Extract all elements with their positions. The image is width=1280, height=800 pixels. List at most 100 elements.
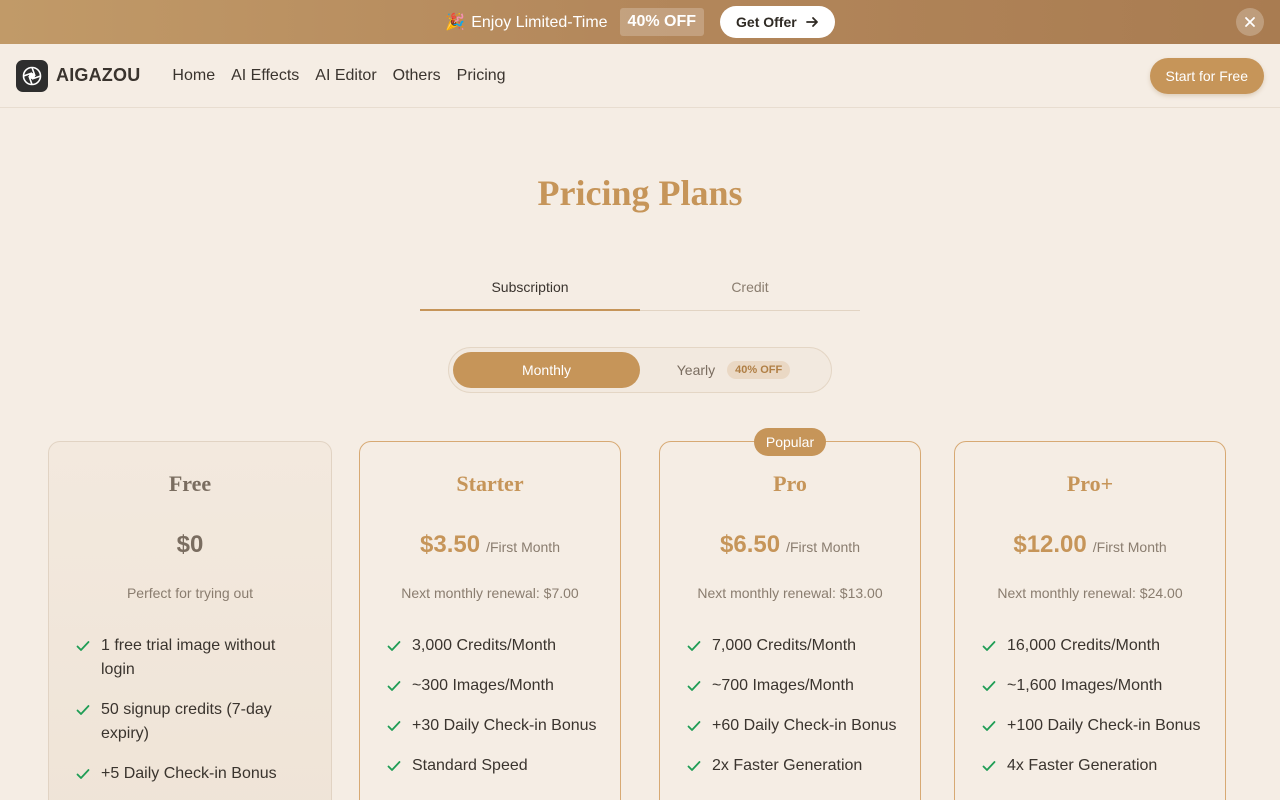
plan-renewal-note: Next monthly renewal: $13.00 — [697, 585, 883, 601]
plan-card-pro: Pro $6.50/First Month Next monthly renew… — [659, 441, 921, 800]
nav-link-ai-editor[interactable]: AI Editor — [315, 67, 376, 85]
nav-link-others[interactable]: Others — [393, 67, 441, 85]
plan-price: $6.50 — [720, 531, 781, 558]
promo-banner: 🎉 Enjoy Limited-Time 40% OFF Get Offer — [0, 0, 1280, 44]
plan-price: $3.50 — [420, 531, 481, 558]
plan-name: Pro+ — [1066, 471, 1114, 496]
check-icon — [687, 721, 701, 731]
billing-period-toggle: Monthly Yearly 40% OFF — [448, 347, 832, 393]
feature-item: ~1,600 Images/Month — [981, 674, 1209, 698]
check-icon — [76, 769, 90, 779]
feature-item: 4x Faster Generation — [981, 754, 1209, 778]
feature-text: 3,000 Credits/Month — [412, 637, 557, 654]
check-icon — [982, 681, 996, 691]
plan-renewal-note: Next monthly renewal: $24.00 — [997, 585, 1183, 601]
feature-text: 7,000 Credits/Month — [712, 637, 857, 654]
promo-text-wrap: 🎉 Enjoy Limited-Time — [445, 12, 607, 32]
nav-link-pricing[interactable]: Pricing — [457, 67, 506, 85]
plan-name: Pro — [773, 471, 807, 496]
check-icon — [687, 681, 701, 691]
plan-price-row: $3.50/First Month — [360, 531, 620, 559]
feature-item: +60 Daily Check-in Bonus — [686, 714, 904, 738]
feature-text: ~300 Images/Month — [412, 677, 554, 694]
plan-features: 16,000 Credits/Month ~1,600 Images/Month… — [981, 634, 1209, 794]
nav-links: Home AI Effects AI Editor Others Pricing — [172, 67, 505, 85]
feature-item: ~300 Images/Month — [386, 674, 604, 698]
nav-link-ai-effects[interactable]: AI Effects — [231, 67, 299, 85]
nav-link-home[interactable]: Home — [172, 67, 215, 85]
feature-item: 7,000 Credits/Month — [686, 634, 904, 658]
plan-features: 1 free trial image without login 50 sign… — [75, 634, 291, 800]
plan-price-row: $0 — [49, 531, 331, 559]
tab-credit[interactable]: Credit — [640, 266, 860, 310]
plan-price: $12.00 — [1013, 531, 1087, 558]
feature-text: +100 Daily Check-in Bonus — [1007, 717, 1201, 734]
popular-badge: Popular — [754, 428, 826, 456]
feature-text: 1 free trial image without login — [101, 637, 276, 678]
get-offer-button[interactable]: Get Offer — [720, 6, 835, 38]
feature-text: 50 signup credits (7-day expiry) — [101, 701, 272, 742]
promo-text: Enjoy Limited-Time — [471, 14, 608, 31]
feature-item: 2x Faster Generation — [686, 754, 904, 778]
arrow-right-icon — [805, 17, 818, 27]
toggle-monthly[interactable]: Monthly — [453, 352, 640, 388]
plan-renewal-note: Next monthly renewal: $7.00 — [401, 585, 579, 601]
brand-logo[interactable]: AIGAZOU — [16, 59, 141, 92]
get-offer-label: Get Offer — [736, 14, 797, 30]
check-icon — [982, 761, 996, 771]
promo-discount-badge: 40% OFF — [619, 8, 705, 36]
start-for-free-button[interactable]: Start for Free — [1149, 57, 1264, 94]
feature-text: Standard Speed — [412, 757, 528, 774]
aperture-logo-icon — [16, 59, 48, 92]
check-icon — [387, 641, 401, 651]
top-nav: AIGAZOU Home AI Effects AI Editor Others… — [0, 44, 1280, 108]
close-banner-button[interactable] — [1236, 8, 1264, 36]
feature-item: +5 Daily Check-in Bonus — [75, 762, 291, 786]
toggle-yearly[interactable]: Yearly 40% OFF — [640, 352, 827, 388]
plan-card-starter: Starter $3.50/First Month Next monthly r… — [359, 441, 621, 800]
check-icon — [687, 761, 701, 771]
plan-period: /First Month — [786, 539, 860, 555]
plan-price-row: $12.00/First Month — [955, 531, 1225, 559]
plan-period: /First Month — [1092, 539, 1167, 555]
check-icon — [387, 721, 401, 731]
feature-item: +100 Daily Check-in Bonus — [981, 714, 1209, 738]
plan-features: 7,000 Credits/Month ~700 Images/Month +6… — [686, 634, 904, 794]
feature-item: Standard Speed — [386, 754, 604, 778]
plan-price-row: $6.50/First Month — [660, 531, 920, 559]
check-icon — [687, 641, 701, 651]
feature-text: +5 Daily Check-in Bonus — [101, 765, 277, 782]
plan-subtitle: Perfect for trying out — [126, 585, 254, 601]
check-icon — [982, 641, 996, 651]
plan-period: /First Month — [486, 539, 560, 555]
plan-card-pro-plus: Pro+ $12.00/First Month Next monthly ren… — [954, 441, 1226, 800]
feature-text: 2x Faster Generation — [712, 757, 863, 774]
feature-text: 4x Faster Generation — [1007, 757, 1158, 774]
close-icon — [1245, 17, 1255, 27]
feature-item: 16,000 Credits/Month — [981, 634, 1209, 658]
toggle-yearly-label: Yearly — [676, 362, 716, 378]
tab-subscription[interactable]: Subscription — [420, 266, 640, 311]
plan-card-free: Free $0 Perfect for trying out 1 free tr… — [48, 441, 332, 800]
plan-type-tabs: Subscription Credit — [420, 266, 860, 311]
feature-item: +30 Daily Check-in Bonus — [386, 714, 604, 738]
feature-text: +60 Daily Check-in Bonus — [712, 717, 897, 734]
check-icon — [387, 761, 401, 771]
feature-text: ~700 Images/Month — [712, 677, 854, 694]
feature-item: ~700 Images/Month — [686, 674, 904, 698]
toggle-monthly-label: Monthly — [521, 362, 572, 378]
check-icon — [76, 705, 90, 715]
feature-text: +30 Daily Check-in Bonus — [412, 717, 597, 734]
brand-name: AIGAZOU — [56, 65, 141, 85]
plan-name: Free — [168, 471, 212, 496]
feature-text: 16,000 Credits/Month — [1007, 637, 1160, 654]
feature-item: 50 signup credits (7-day expiry) — [75, 698, 291, 746]
party-emoji-icon: 🎉 — [445, 14, 466, 31]
plan-features: 3,000 Credits/Month ~300 Images/Month +3… — [386, 634, 604, 794]
feature-text: ~1,600 Images/Month — [1007, 677, 1163, 694]
check-icon — [387, 681, 401, 691]
yearly-discount-badge: 40% OFF — [727, 361, 791, 379]
page-title: Pricing Plans — [537, 173, 743, 213]
feature-item: 3,000 Credits/Month — [386, 634, 604, 658]
plan-name: Starter — [456, 471, 524, 496]
